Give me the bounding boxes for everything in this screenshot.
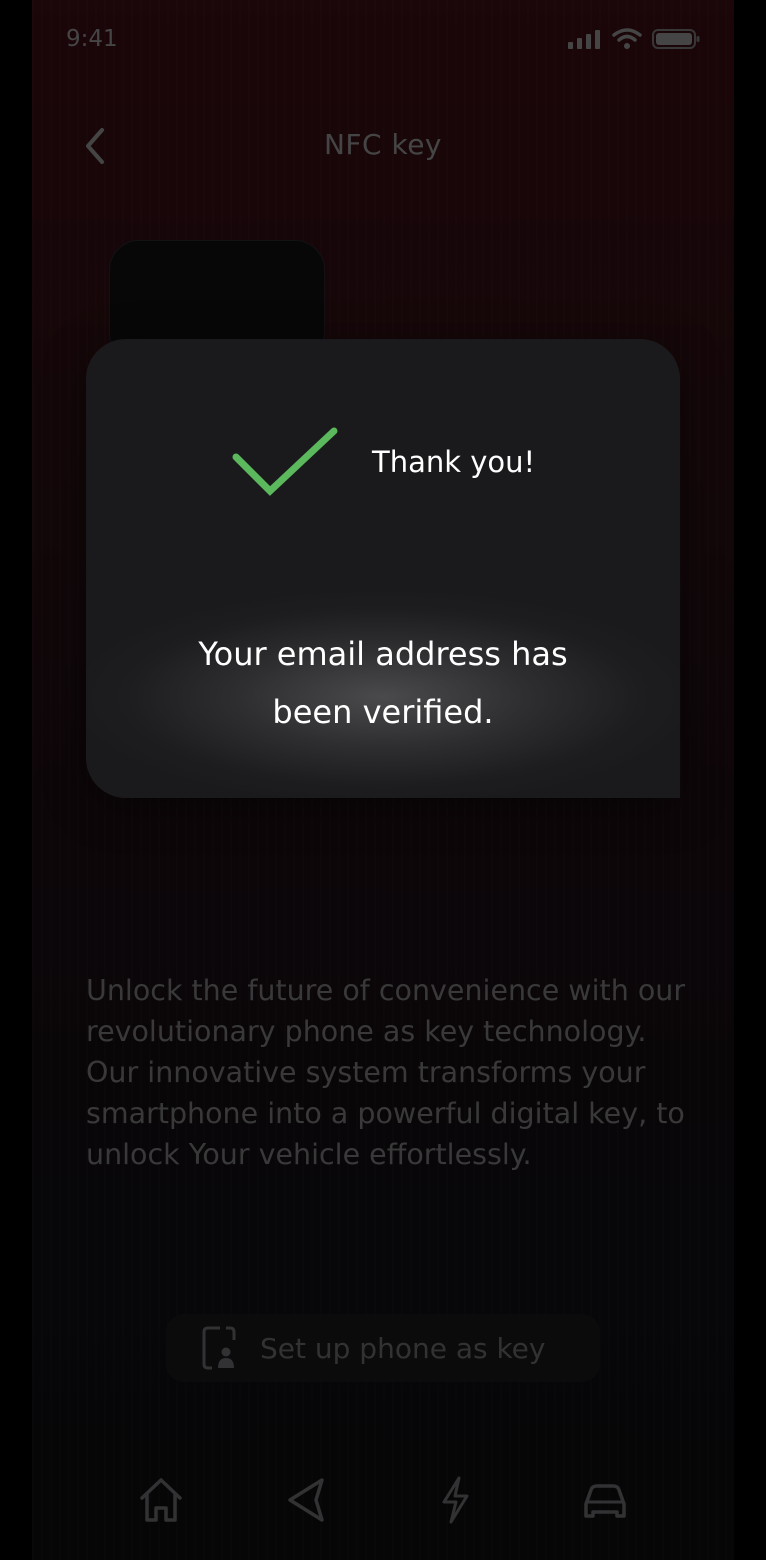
app-screen: 9:41 NFC key Unlock the future of conven… (32, 0, 734, 1560)
dialog-heading: Thank you! (372, 445, 536, 479)
verification-dialog: Thank you! Your email address has been v… (86, 339, 680, 798)
dialog-message-line2: been verified. (272, 693, 494, 731)
dialog-message-line1: Your email address has (198, 635, 568, 673)
checkmark-icon (232, 427, 338, 496)
dialog-message: Your email address has been verified. (86, 625, 680, 741)
